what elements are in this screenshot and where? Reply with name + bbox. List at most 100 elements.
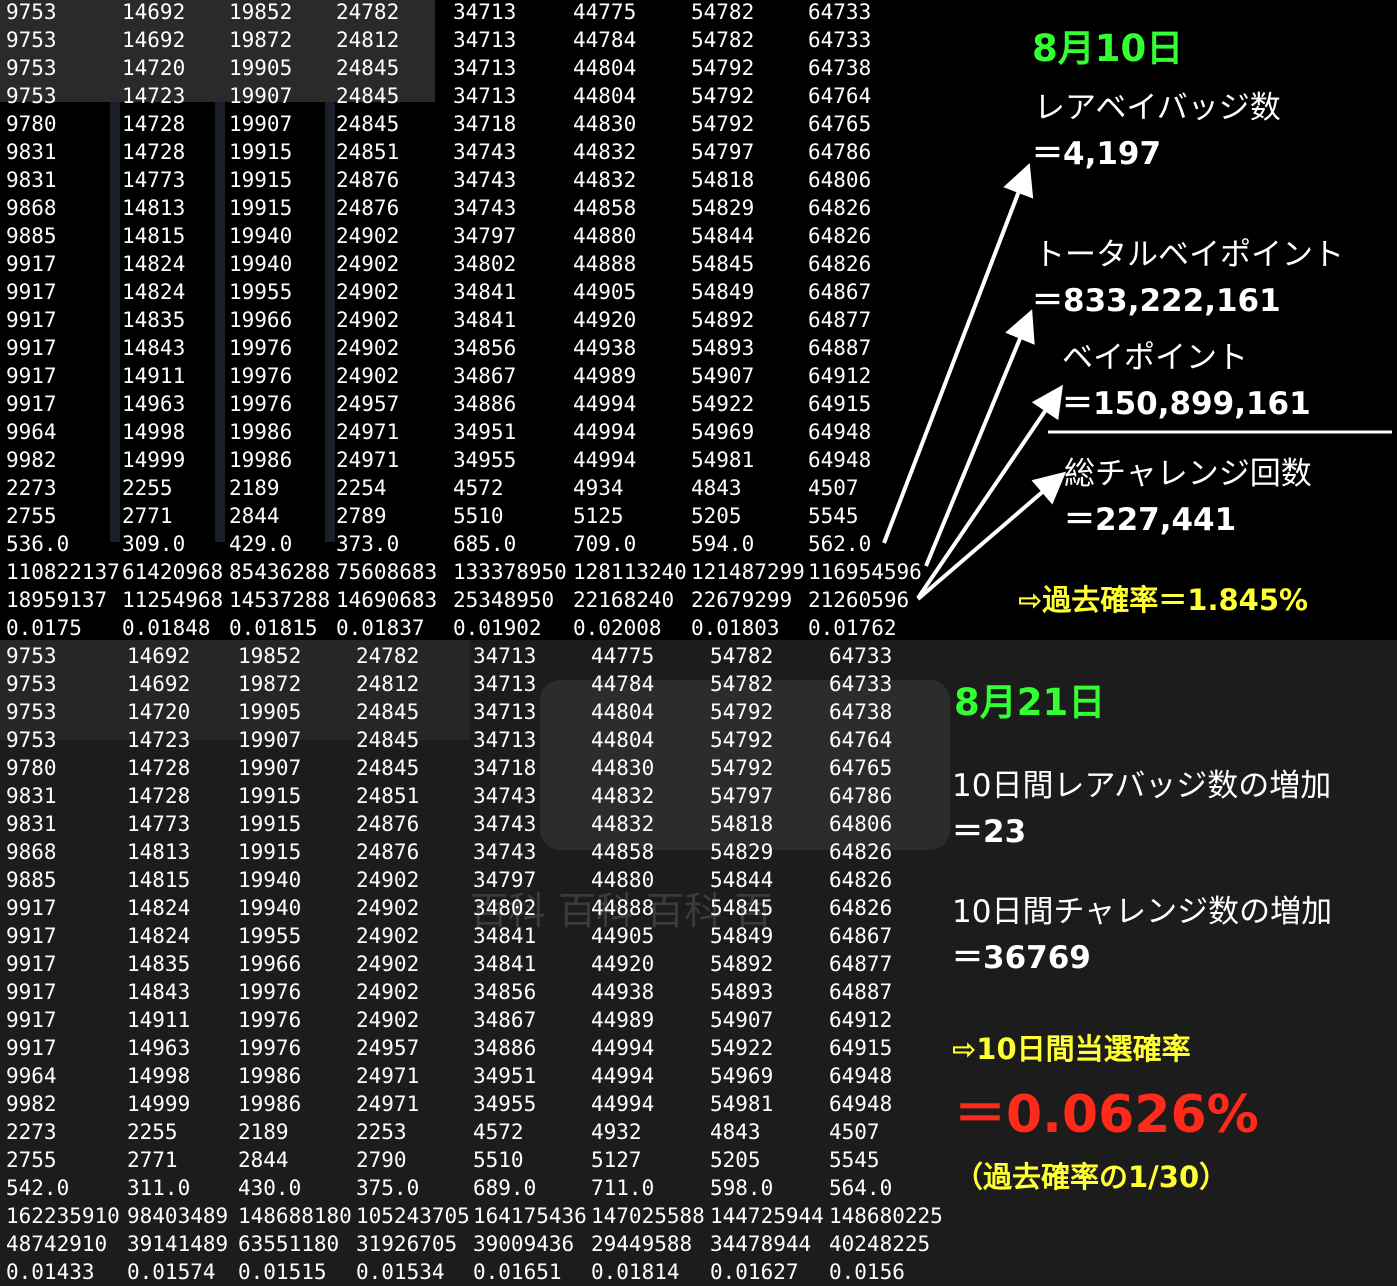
table-cell: 44994 xyxy=(591,1092,655,1116)
table-cell: 44804 xyxy=(591,700,655,724)
table-cell: 375.0 xyxy=(356,1176,420,1200)
table-cell: 34713 xyxy=(473,672,537,696)
table-cell: 9831 xyxy=(6,812,57,836)
table-cell: 14723 xyxy=(127,728,191,752)
points-value: ＝150,899,161 xyxy=(1062,386,1311,422)
table-cell: 9780 xyxy=(6,756,57,780)
rare-increase-label: 10日間レアバッジ数の増加 xyxy=(952,768,1332,804)
table-cell: 14773 xyxy=(127,812,191,836)
table-cell: 24971 xyxy=(356,1064,420,1088)
table-cell: 9917 xyxy=(6,952,57,976)
past-probability: ⇨過去確率＝1.845% xyxy=(1018,583,1309,617)
table-cell: 34802 xyxy=(473,896,537,920)
table-cell: 64765 xyxy=(829,756,893,780)
table-cell: 2253 xyxy=(356,1120,407,1144)
table-cell: 148680225 xyxy=(829,1204,943,1228)
table-cell: 44832 xyxy=(591,812,655,836)
table-cell: 34867 xyxy=(473,1008,537,1032)
table-cell: 44858 xyxy=(591,840,655,864)
table-cell: 14999 xyxy=(127,1092,191,1116)
table-cell: 9917 xyxy=(6,980,57,1004)
table-cell: 19852 xyxy=(238,644,302,668)
table-cell: 54845 xyxy=(710,896,774,920)
table-cell: 24902 xyxy=(356,868,420,892)
table-cell: 64877 xyxy=(829,952,893,976)
table-cell: 0.0156 xyxy=(829,1260,905,1284)
table-cell: 64887 xyxy=(829,980,893,1004)
table-cell: 34951 xyxy=(473,1064,537,1088)
challenges-label: 総チャレンジ回数 xyxy=(1064,456,1312,492)
table-cell: 598.0 xyxy=(710,1176,774,1200)
table-cell: 0.01627 xyxy=(710,1260,799,1284)
table-cell: 64733 xyxy=(829,644,893,668)
table-cell: 0.01515 xyxy=(238,1260,327,1284)
table-cell: 24957 xyxy=(356,1036,420,1060)
table-cell: 54792 xyxy=(710,700,774,724)
table-cell: 54782 xyxy=(710,672,774,696)
total-points-label: トータルベイポイント xyxy=(1034,237,1344,273)
table-cell: 44920 xyxy=(591,952,655,976)
table-cell: 54792 xyxy=(710,728,774,752)
table-cell: 34743 xyxy=(473,812,537,836)
top-panel: 9753 14692 19852 24782 34713 44775 54782 64733 9… xyxy=(0,0,1397,640)
win-rate-note: （過去確率の1/30） xyxy=(954,1160,1229,1194)
table-cell: 54818 xyxy=(710,812,774,836)
table-cell: 19986 xyxy=(238,1064,302,1088)
table-cell: 14815 xyxy=(127,868,191,892)
table-cell: 29449588 xyxy=(591,1232,693,1256)
table-cell: 63551180 xyxy=(238,1232,340,1256)
table-cell: 44880 xyxy=(591,868,655,892)
table-cell: 54892 xyxy=(710,952,774,976)
arrow-to-total-points xyxy=(924,309,1035,567)
table-cell: 24902 xyxy=(356,1008,420,1032)
table-cell: 4843 xyxy=(710,1120,761,1144)
table-cell: 9964 xyxy=(6,1064,57,1088)
table-cell: 564.0 xyxy=(829,1176,893,1200)
table-cell: 24845 xyxy=(356,700,420,724)
table-cell: 54782 xyxy=(710,644,774,668)
table-cell: 430.0 xyxy=(238,1176,302,1200)
table-cell: 14720 xyxy=(127,700,191,724)
table-cell: 19907 xyxy=(238,756,302,780)
table-cell: 9753 xyxy=(6,644,57,668)
table-cell: 9753 xyxy=(6,672,57,696)
table-cell: 24876 xyxy=(356,812,420,836)
rare-badge-value: ＝4,197 xyxy=(1032,136,1162,172)
table-cell: 64912 xyxy=(829,1008,893,1032)
table-cell: 14963 xyxy=(127,1036,191,1060)
table-cell: 9917 xyxy=(6,924,57,948)
challenge-increase-label: 10日間チャレンジ数の増加 xyxy=(952,894,1333,930)
table-cell: 34713 xyxy=(473,644,537,668)
table-cell: 542.0 xyxy=(6,1176,70,1200)
table-cell: 54893 xyxy=(710,980,774,1004)
table-cell: 9831 xyxy=(6,784,57,808)
table-cell: 0.01814 xyxy=(591,1260,680,1284)
table-cell: 9885 xyxy=(6,868,57,892)
table-cell: 39141489 xyxy=(127,1232,229,1256)
table-cell: 64826 xyxy=(829,840,893,864)
table-cell: 24902 xyxy=(356,924,420,948)
table-cell: 148688180 xyxy=(238,1204,352,1228)
table-cell: 44784 xyxy=(591,672,655,696)
table-cell: 19905 xyxy=(238,700,302,724)
table-cell: 19966 xyxy=(238,952,302,976)
table-cell: 34743 xyxy=(473,784,537,808)
table-cell: 34955 xyxy=(473,1092,537,1116)
table-cell: 64738 xyxy=(829,700,893,724)
points-label: ベイポイント xyxy=(1062,340,1248,376)
table-cell: 48742910 xyxy=(6,1232,108,1256)
table-cell: 19976 xyxy=(238,1008,302,1032)
table-cell: 44888 xyxy=(591,896,655,920)
table-cell: 24845 xyxy=(356,728,420,752)
table-cell: 14813 xyxy=(127,840,191,864)
table-cell: 2844 xyxy=(238,1148,289,1172)
table-cell: 5545 xyxy=(829,1148,880,1172)
date-aug-10: 8月10日 xyxy=(1032,27,1184,70)
table-cell: 144725944 xyxy=(710,1204,824,1228)
table-cell: 2255 xyxy=(127,1120,178,1144)
table-cell: 54829 xyxy=(710,840,774,864)
table-cell: 34478944 xyxy=(710,1232,812,1256)
table-cell: 34886 xyxy=(473,1036,537,1060)
table-cell: 14911 xyxy=(127,1008,191,1032)
table-cell: 44994 xyxy=(591,1036,655,1060)
